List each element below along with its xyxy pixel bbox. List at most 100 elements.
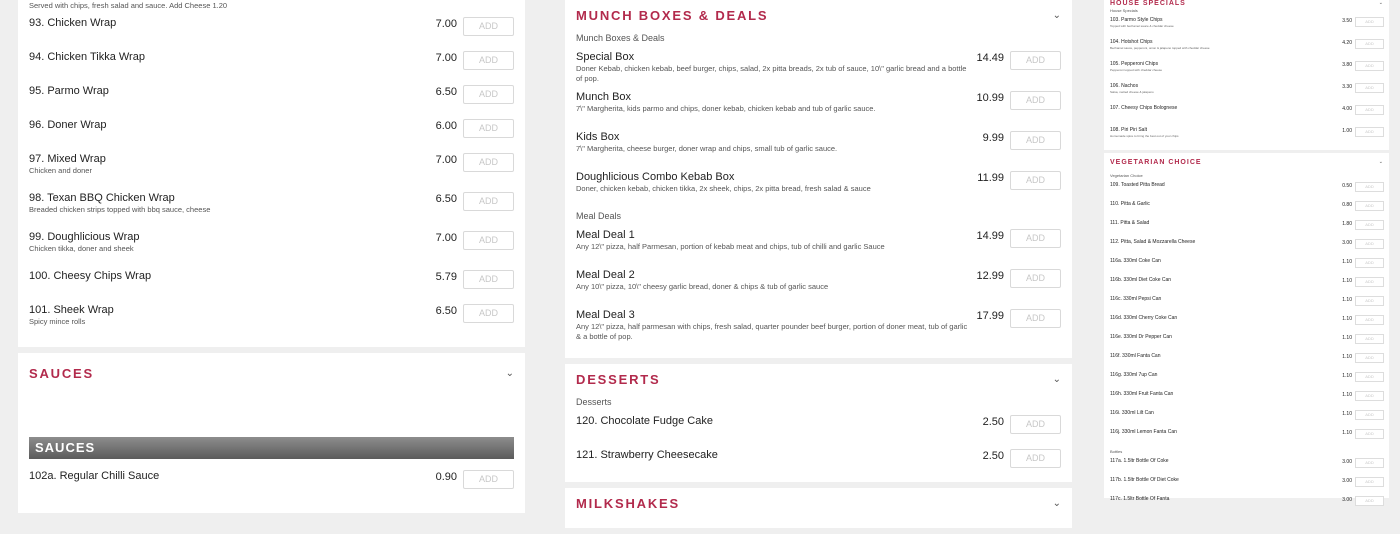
item-description: Any 12\" pizza, half parmesan with chips… — [576, 322, 968, 341]
desserts-header[interactable]: DESSERTS ⌄ — [565, 364, 1072, 394]
add-button[interactable]: ADD — [1355, 296, 1384, 306]
menu-item: 98. Texan BBQ Chicken Wrap Breaded chicke… — [18, 187, 525, 226]
item-price: 17.99 — [976, 310, 1004, 322]
add-button[interactable]: ADD — [1355, 239, 1384, 249]
add-button[interactable]: ADD — [1355, 477, 1384, 487]
add-button[interactable]: ADD — [1355, 17, 1384, 27]
add-button[interactable]: ADD — [1355, 496, 1384, 506]
subcategory-label: Vegetarian Choice — [1110, 173, 1143, 178]
add-button[interactable]: ADD — [1355, 182, 1384, 192]
section-description: Served with chips, fresh salad and sauce… — [29, 1, 228, 10]
item-price: 12.99 — [976, 270, 1004, 282]
add-button[interactable]: ADD — [463, 85, 514, 104]
section-title: DESSERTS — [576, 371, 661, 387]
item-price: 1.10 — [1342, 335, 1352, 341]
chevron-down-icon[interactable]: ⌄ — [1053, 498, 1061, 509]
item-price: 7.00 — [435, 154, 457, 166]
menu-item: 95. Parmo Wrap 6.50 ADD — [18, 80, 525, 114]
add-button[interactable]: ADD — [1010, 309, 1061, 328]
add-button[interactable]: ADD — [1355, 334, 1384, 344]
add-button[interactable]: ADD — [1355, 429, 1384, 439]
add-button[interactable]: ADD — [463, 270, 514, 289]
menu-item: 104. Hotshot Chips Bechamel sauce, pepper… — [1104, 37, 1389, 59]
add-button[interactable]: ADD — [1355, 39, 1384, 49]
item-description: Bechamel sauce, pepperoni, onion & jalap… — [1110, 46, 1210, 50]
add-button[interactable]: ADD — [1355, 127, 1384, 137]
menu-item: Doughlicious Combo Kebab Box Doner, chick… — [565, 166, 1072, 206]
chevron-down-icon[interactable]: ⌄ — [1379, 0, 1383, 6]
item-price: 6.50 — [435, 305, 457, 317]
chevron-down-icon[interactable]: ⌄ — [1379, 159, 1383, 165]
menu-item: 116h. 330ml Fruit Fanta Can 1.10 ADD — [1104, 389, 1389, 408]
item-price: 14.99 — [976, 230, 1004, 242]
item-price: 7.00 — [435, 52, 457, 64]
item-price: 1.10 — [1342, 297, 1352, 303]
section-title: VEGETARIAN CHOICE — [1110, 158, 1202, 166]
item-price: 7.00 — [435, 18, 457, 30]
add-button[interactable]: ADD — [1355, 458, 1384, 468]
chevron-down-icon[interactable]: ⌄ — [506, 368, 514, 379]
menu-item: Kids Box 7\" Margherita, cheese burger, d… — [565, 126, 1072, 166]
drink-list: 116a. 330ml Coke Can 1.10 ADD 116b. 330ml D… — [1104, 256, 1389, 446]
item-price: 3.00 — [1342, 240, 1352, 246]
add-button[interactable]: ADD — [1355, 258, 1384, 268]
milkshakes-header[interactable]: MILKSHAKES ⌄ — [565, 488, 1072, 518]
menu-item: 109. Toasted Pitta Bread 0.50 ADD — [1104, 180, 1389, 199]
add-button[interactable]: ADD — [1355, 315, 1384, 325]
item-price: 3.30 — [1342, 84, 1352, 90]
add-button[interactable]: ADD — [1355, 220, 1384, 230]
add-button[interactable]: ADD — [1010, 91, 1061, 110]
add-button[interactable]: ADD — [1355, 410, 1384, 420]
menu-item: 101. Sheek Wrap Spicy mince rolls 6.50 ADD — [18, 299, 525, 333]
item-price: 1.10 — [1342, 354, 1352, 360]
add-button[interactable]: ADD — [463, 470, 514, 489]
menu-item: 97. Mixed Wrap Chicken and doner 7.00 ADD — [18, 148, 525, 187]
section-title: SAUCES — [29, 365, 94, 381]
wraps-section: Served with chips, fresh salad and sauce… — [18, 0, 525, 347]
add-button[interactable]: ADD — [463, 153, 514, 172]
menu-item: Meal Deal 2 Any 10\" pizza, 10\" cheesy g… — [565, 264, 1072, 304]
add-button[interactable]: ADD — [463, 119, 514, 138]
add-button[interactable]: ADD — [1010, 131, 1061, 150]
menu-column-2: MUNCH BOXES & DEALS ⌄ Munch Boxes & Deal… — [565, 0, 1072, 534]
item-description: Any 12\" pizza, half Parmesan, portion o… — [576, 242, 885, 251]
add-button[interactable]: ADD — [463, 304, 514, 323]
item-price: 3.00 — [1342, 478, 1352, 484]
item-description: 7\" Margherita, kids parmo and chips, do… — [576, 104, 876, 113]
add-button[interactable]: ADD — [1355, 83, 1384, 93]
add-button[interactable]: ADD — [1010, 229, 1061, 248]
item-price: 0.90 — [435, 471, 457, 483]
desserts-section: DESSERTS ⌄ Desserts 120. Chocolate Fudge… — [565, 364, 1072, 482]
item-description: Breaded chicken strips topped with bbq s… — [29, 205, 211, 214]
add-button[interactable]: ADD — [1355, 372, 1384, 382]
add-button[interactable]: ADD — [1010, 449, 1061, 468]
menu-item: Munch Box 7\" Margherita, kids parmo and … — [565, 86, 1072, 126]
menu-item: 112. Pitta, Salad & Mozzarella Cheese 3.0… — [1104, 237, 1389, 256]
add-button[interactable]: ADD — [463, 51, 514, 70]
add-button[interactable]: ADD — [1355, 201, 1384, 211]
add-button[interactable]: ADD — [1355, 353, 1384, 363]
item-description: Chicken and doner — [29, 166, 92, 175]
sauces-header[interactable]: SAUCES ⌄ — [18, 353, 525, 393]
add-button[interactable]: ADD — [1355, 277, 1384, 287]
add-button[interactable]: ADD — [1010, 269, 1061, 288]
menu-item: 116c. 330ml Pepsi Can 1.10 ADD — [1104, 294, 1389, 313]
subcategory-label: Meal Deals — [576, 211, 622, 221]
add-button[interactable]: ADD — [463, 192, 514, 211]
menu-item: 105. Pepperoni Chips Pepperoni topped wit… — [1104, 59, 1389, 81]
add-button[interactable]: ADD — [463, 231, 514, 250]
add-button[interactable]: ADD — [463, 17, 514, 36]
veg-header[interactable]: VEGETARIAN CHOICE ⌄ — [1104, 153, 1389, 171]
chevron-down-icon[interactable]: ⌄ — [1053, 10, 1061, 21]
add-button[interactable]: ADD — [1355, 105, 1384, 115]
chevron-down-icon[interactable]: ⌄ — [1053, 374, 1061, 385]
add-button[interactable]: ADD — [1010, 51, 1061, 70]
add-button[interactable]: ADD — [1010, 171, 1061, 190]
add-button[interactable]: ADD — [1355, 391, 1384, 401]
add-button[interactable]: ADD — [1355, 61, 1384, 71]
item-price: 4.20 — [1342, 40, 1352, 46]
add-button[interactable]: ADD — [1010, 415, 1061, 434]
item-price: 0.80 — [1342, 202, 1352, 208]
menu-item: 116a. 330ml Coke Can 1.10 ADD — [1104, 256, 1389, 275]
munch-header[interactable]: MUNCH BOXES & DEALS ⌄ — [565, 0, 1072, 30]
